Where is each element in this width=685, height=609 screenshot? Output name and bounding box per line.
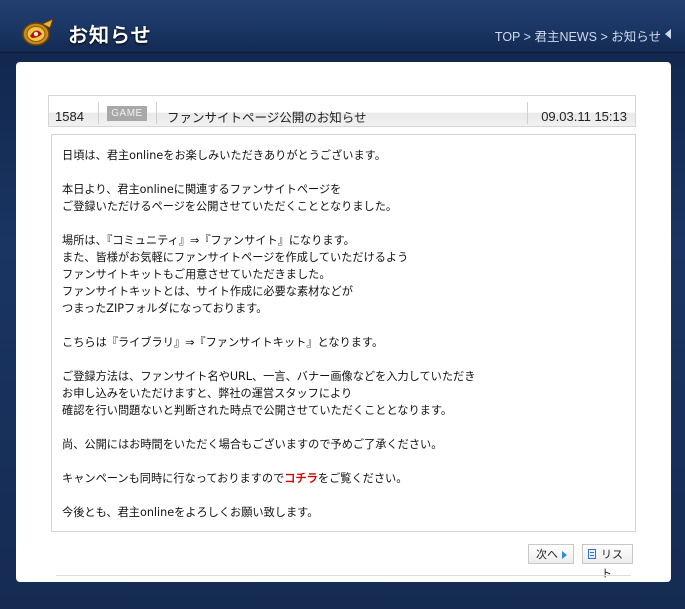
list-document-icon (588, 549, 596, 559)
campaign-link[interactable]: コチラ (284, 472, 318, 485)
breadcrumb-top-link[interactable]: TOP (495, 30, 520, 44)
post-body: 日頃は、君主onlineをお楽しみいただきありがとうございます。 本日より、君主… (51, 134, 636, 532)
body-line: ファンサイトキットもご用意させていただきました。 (62, 268, 331, 281)
body-line: 日頃は、君主onlineをお楽しみいただきありがとうございます。 (62, 149, 386, 162)
next-button-label: 次へ (536, 548, 558, 561)
body-line: 尚、公開にはお時間をいただく場合もございますので予めご了承ください。 (62, 438, 443, 451)
post-date: 09.03.11 15:13 (541, 109, 627, 124)
category-badge: GAME (107, 106, 147, 121)
breadcrumb: TOP > 君主NEWS > お知らせ (495, 26, 661, 45)
breadcrumb-separator: > (600, 30, 608, 44)
bottom-divider (56, 575, 631, 576)
triangle-left-icon (665, 29, 671, 39)
body-line: 確認を行い問題ないと判断された時点で公開させていただくこととなります。 (62, 404, 453, 417)
body-line: ご登録方法は、ファンサイト名やURL、一言、バナー画像などを入力していただき (62, 370, 476, 383)
body-line: お申し込みをいただけますと、弊社の運営スタッフにより (62, 387, 353, 400)
list-button[interactable]: リスト (582, 544, 633, 580)
breadcrumb-separator: > (523, 30, 531, 44)
divider (527, 102, 528, 124)
body-line: 場所は、『コミュニティ』⇒『ファンサイト』になります。 (62, 234, 355, 247)
post-id: 1584 (55, 109, 84, 124)
triangle-right-icon (562, 551, 567, 559)
window-frame: お知らせ TOP > 君主NEWS > お知らせ 1584 GAME ファンサイ… (0, 0, 685, 609)
body-line: こちらは『ライブラリ』⇒『ファンサイトキット』となります。 (62, 336, 384, 349)
breadcrumb-news-link[interactable]: 君主NEWS (534, 30, 597, 44)
page-title: お知らせ (68, 23, 152, 47)
divider (98, 102, 99, 124)
body-text: キャンペーンも同時に行なっておりますので (62, 472, 285, 485)
next-button[interactable]: 次へ (528, 544, 574, 564)
body-line: 本日より、君主onlineに関連するファンサイトページを (62, 183, 342, 196)
body-line: ファンサイトキットとは、サイト作成に必要な素材などが (62, 285, 353, 298)
body-line: また、皆様がお気軽にファンサイトページを作成していただけるよう (62, 251, 409, 264)
body-line: ご登録いただけるページを公開させていただくこととなりました。 (62, 200, 398, 213)
gold-emblem-logo-icon (22, 18, 54, 46)
page-header: お知らせ TOP > 君主NEWS > お知らせ (0, 0, 685, 53)
body-line: つまったZIPフォルダになっております。 (62, 302, 268, 315)
body-text: をご覧ください。 (317, 472, 408, 485)
body-line-campaign: キャンペーンも同時に行なっておりますのでコチラをご覧ください。 (62, 470, 407, 487)
post-header: 1584 GAME ファンサイトページ公開のお知らせ 09.03.11 15:1… (48, 95, 636, 127)
body-line: 今後とも、君主onlineをよろしくお願い致します。 (62, 506, 319, 519)
content-panel: 1584 GAME ファンサイトページ公開のお知らせ 09.03.11 15:1… (16, 62, 671, 582)
divider (156, 102, 157, 124)
breadcrumb-current: お知らせ (611, 30, 661, 44)
post-title: ファンサイトページ公開のお知らせ (167, 111, 367, 125)
